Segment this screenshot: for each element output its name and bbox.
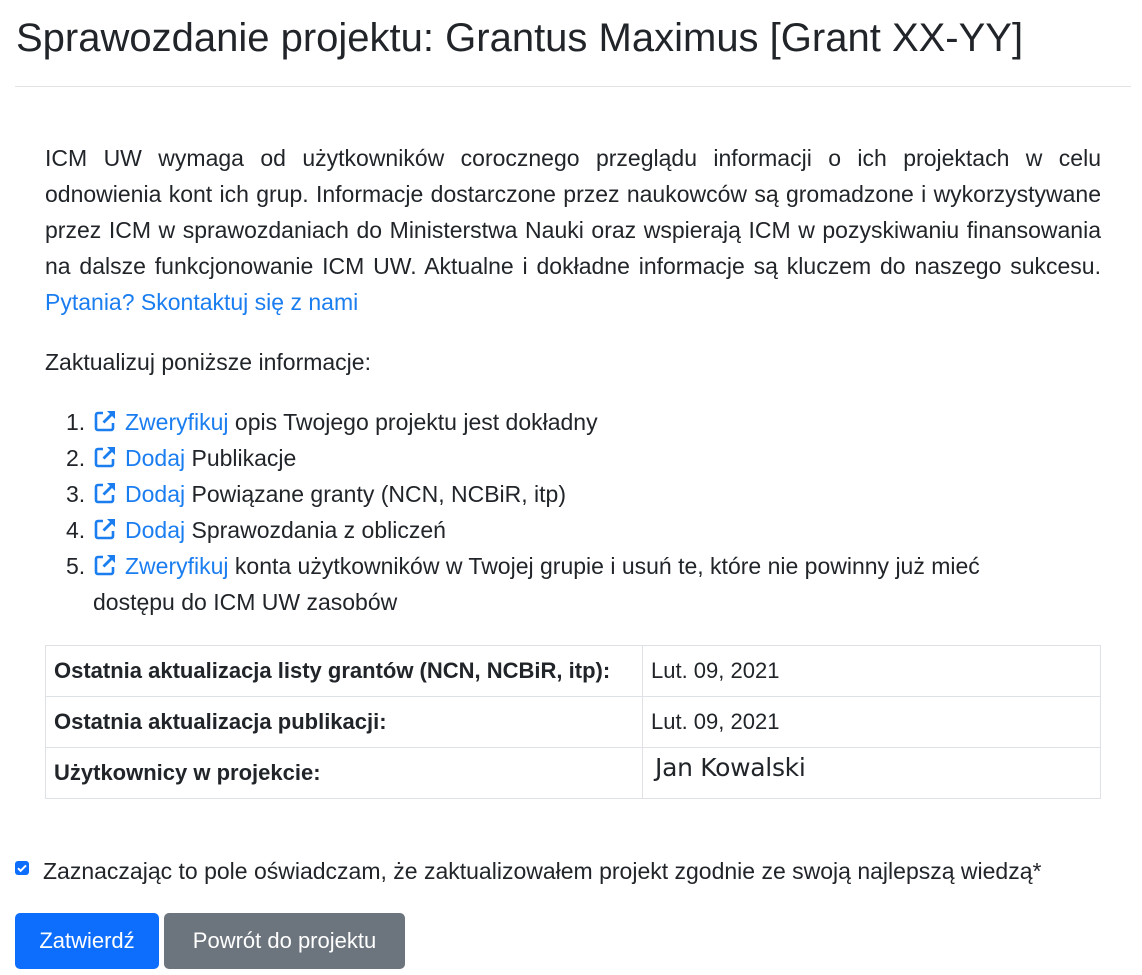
list-item: 2. Dodaj Publikacje bbox=[45, 440, 1045, 476]
step-text: Sprawozdania z obliczeń bbox=[191, 517, 446, 543]
step-link-add-reports[interactable]: Dodaj bbox=[93, 517, 185, 543]
step-text: Publikacje bbox=[191, 445, 297, 471]
step-link-verify-description[interactable]: Zweryfikuj bbox=[93, 409, 229, 435]
step-link-label[interactable]: Dodaj bbox=[125, 517, 185, 543]
list-item: 1. Zweryfikuj opis Twojego projektu jest … bbox=[45, 404, 1045, 440]
page-title: Sprawozdanie projektu: Grantus Maximus [… bbox=[16, 16, 1024, 60]
external-link-icon bbox=[94, 411, 115, 432]
step-link-label[interactable]: Zweryfikuj bbox=[125, 409, 229, 435]
confirmation-label: Zaznaczając to pole oświadczam, że zaktu… bbox=[43, 858, 1042, 884]
project-users-label: Użytkownicy w projekcie: bbox=[45, 747, 643, 799]
back-to-project-button[interactable]: Powrót do projektu bbox=[164, 913, 405, 969]
list-item: 3. Dodaj Powiązane granty (NCN, NCBiR, it… bbox=[45, 476, 1045, 512]
table-row: Użytkownicy w projekcie: Jan Kowalski bbox=[45, 747, 1101, 799]
project-users-value: Jan Kowalski bbox=[642, 747, 1101, 799]
list-item: 4. Dodaj Sprawozdania z obliczeń bbox=[45, 512, 1045, 548]
title-divider bbox=[15, 86, 1131, 87]
intro-paragraph: ICM UW wymaga od użytkowników corocznego… bbox=[45, 140, 1101, 320]
update-heading: Zaktualizuj poniższe informacje: bbox=[45, 349, 371, 375]
checkmark-icon bbox=[17, 864, 27, 873]
grants-update-date: Lut. 09, 2021 bbox=[642, 645, 1101, 697]
table-row: Ostatnia aktualizacja publikacji: Lut. 0… bbox=[45, 696, 1101, 748]
external-link-icon bbox=[94, 447, 115, 468]
step-number: 1. bbox=[66, 409, 86, 435]
step-number: 3. bbox=[66, 481, 86, 507]
project-info-table: Ostatnia aktualizacja listy grantów (NCN… bbox=[45, 645, 1101, 799]
external-link-icon bbox=[94, 519, 115, 540]
step-link-add-grants[interactable]: Dodaj bbox=[93, 481, 185, 507]
step-link-add-publications[interactable]: Dodaj bbox=[93, 445, 185, 471]
step-link-verify-accounts[interactable]: Zweryfikuj bbox=[93, 553, 229, 579]
table-row: Ostatnia aktualizacja listy grantów (NCN… bbox=[45, 645, 1101, 697]
grants-update-label: Ostatnia aktualizacja listy grantów (NCN… bbox=[45, 645, 643, 697]
step-text: opis Twojego projektu jest dokładny bbox=[234, 409, 598, 435]
step-number: 5. bbox=[66, 553, 86, 579]
step-link-label[interactable]: Dodaj bbox=[125, 445, 185, 471]
user-name: Jan Kowalski bbox=[655, 752, 806, 782]
submit-button[interactable]: Zatwierdź bbox=[15, 913, 159, 969]
step-link-label[interactable]: Zweryfikuj bbox=[125, 553, 229, 579]
intro-text: ICM UW wymaga od użytkowników corocznego… bbox=[45, 145, 1101, 279]
steps-list: 1. Zweryfikuj opis Twojego projektu jest … bbox=[45, 404, 1045, 620]
step-number: 2. bbox=[66, 445, 86, 471]
publications-update-label: Ostatnia aktualizacja publikacji: bbox=[45, 696, 643, 748]
external-link-icon bbox=[94, 483, 115, 504]
contact-link[interactable]: Pytania? Skontaktuj się z nami bbox=[45, 289, 358, 315]
list-item: 5. Zweryfikuj konta użytkowników w Twojej… bbox=[45, 548, 1045, 620]
step-link-label[interactable]: Dodaj bbox=[125, 481, 185, 507]
publications-update-date: Lut. 09, 2021 bbox=[642, 696, 1101, 748]
confirmation-row: Zaznaczając to pole oświadczam, że zaktu… bbox=[15, 853, 1041, 889]
confirmation-checkbox[interactable] bbox=[15, 861, 29, 875]
external-link-icon bbox=[94, 555, 115, 576]
step-text: Powiązane granty (NCN, NCBiR, itp) bbox=[191, 481, 567, 507]
step-number: 4. bbox=[66, 517, 86, 543]
